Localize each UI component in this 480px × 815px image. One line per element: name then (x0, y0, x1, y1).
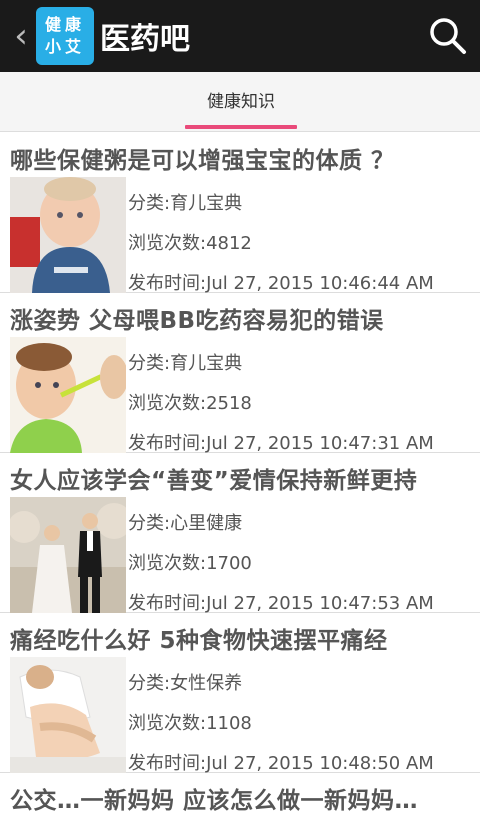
tab-label: 健康知识 (207, 92, 275, 112)
article-views: 浏览次数:2518 (128, 393, 252, 414)
article-title: 女人应该学会“善变”爱情保持新鲜更持 (10, 468, 418, 494)
article-category: 分类:心里健康 (128, 513, 243, 534)
action-bar: ‹ 健康 小艾 医药吧 (0, 0, 480, 72)
app-title: 医药吧 (100, 22, 190, 57)
article-category: 分类:女性保养 (128, 673, 243, 694)
article-published: 发布时间:Jul 27, 2015 10:48:50 AM (128, 753, 434, 774)
list-item[interactable]: 哪些保健粥是可以增强宝宝的体质 ？ 分类:育儿宝典 浏览次数:4812 发布时间… (0, 133, 480, 294)
article-title: 哪些保健粥是可以增强宝宝的体质 ？ (10, 148, 395, 174)
article-views: 浏览次数:1108 (128, 713, 252, 734)
article-list: 哪些保健粥是可以增强宝宝的体质 ？ 分类:育儿宝典 浏览次数:4812 发布时间… (0, 133, 480, 814)
list-item[interactable]: 痛经吃什么好 5种食物快速摆平痛经 分类:女性保养 浏览次数:1108 发布时间… (0, 613, 480, 774)
article-views: 浏览次数:1700 (128, 553, 252, 574)
article-published: 发布时间:Jul 27, 2015 10:47:31 AM (128, 433, 434, 454)
baby-feeding-photo (10, 337, 126, 453)
article-category: 分类:育儿宝典 (128, 193, 243, 214)
woman-cramps-photo (10, 657, 126, 773)
article-title: 涨姿势 父母喂BB吃药容易犯的错误 (10, 308, 384, 334)
list-item[interactable]: 公交…一新妈妈 应该怎么做一新妈妈… (0, 773, 480, 814)
list-item[interactable]: 涨姿势 父母喂BB吃药容易犯的错误 分类:育儿宝典 浏览次数:2518 发布时间… (0, 293, 480, 454)
article-title: 痛经吃什么好 5种食物快速摆平痛经 (10, 628, 388, 654)
tab-strip: 健康知识 (0, 72, 480, 132)
article-published: 发布时间:Jul 27, 2015 10:47:53 AM (128, 593, 434, 614)
app-logo[interactable]: 健康 小艾 (36, 7, 94, 65)
article-title: 公交…一新妈妈 应该怎么做一新妈妈… (10, 788, 419, 814)
list-item[interactable]: 女人应该学会“善变”爱情保持新鲜更持 分类:心里健康 浏览次数:1700 发布时… (0, 453, 480, 614)
tab-selected-indicator (185, 125, 297, 129)
logo-line-1: 健康 (44, 15, 85, 34)
divider (0, 131, 480, 132)
chevron-left-icon[interactable]: ‹ (6, 0, 36, 72)
article-views: 浏览次数:4812 (128, 233, 252, 254)
logo-line-2: 小艾 (44, 37, 85, 56)
article-published: 发布时间:Jul 27, 2015 10:46:44 AM (128, 273, 434, 294)
wedding-couple-photo (10, 497, 126, 613)
article-category: 分类:育儿宝典 (128, 353, 243, 374)
search-icon[interactable] (428, 16, 468, 56)
baby-photo (10, 177, 126, 293)
tab-health-knowledge[interactable]: 健康知识 (185, 72, 297, 132)
